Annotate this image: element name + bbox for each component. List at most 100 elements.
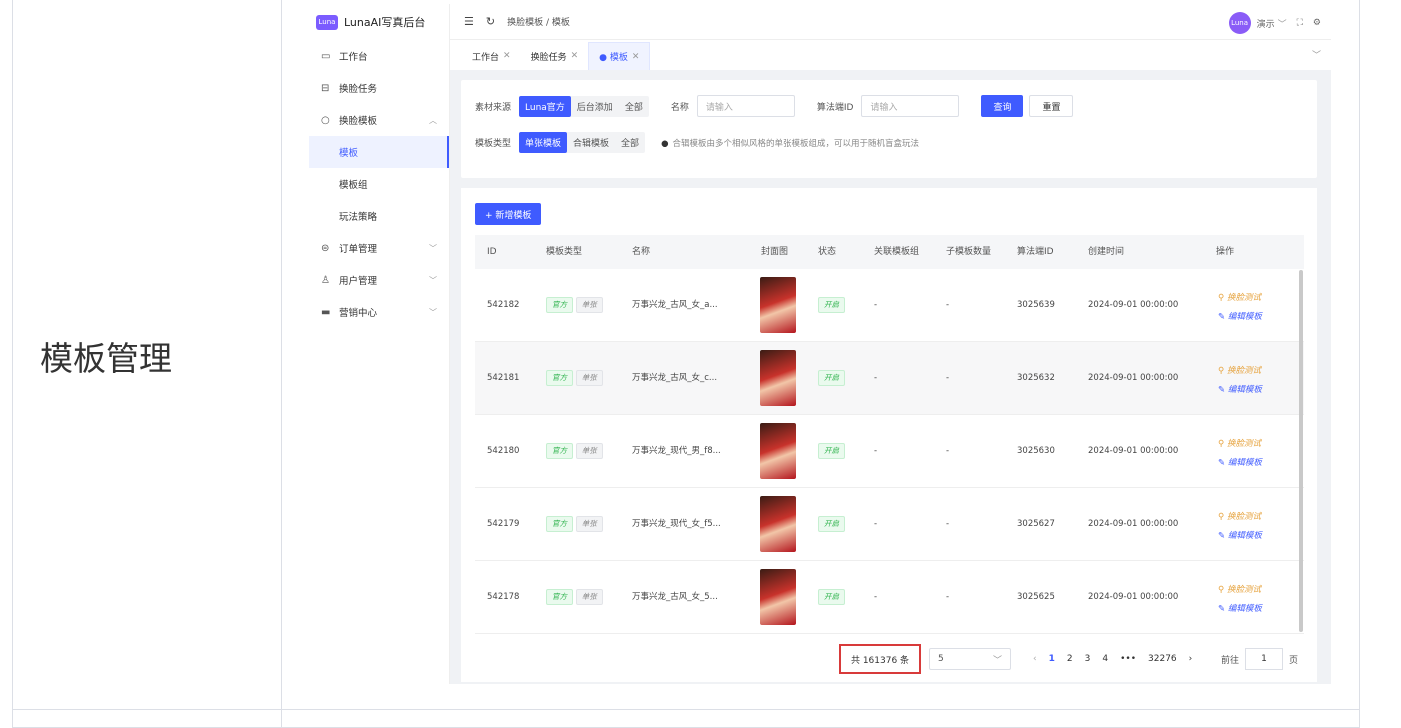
table-row: 542181 官方 单张 万事兴龙_古风_女_c... 开启 - - 30256… bbox=[475, 342, 1304, 415]
faceswap-test-link[interactable]: ⚲ 换脸测试 bbox=[1218, 581, 1262, 600]
edit-template-link[interactable]: ✎ 编辑模板 bbox=[1218, 308, 1262, 327]
page-number[interactable]: 1 bbox=[1049, 654, 1055, 664]
table-row: 542182 官方 单张 万事兴龙_古风_女_a... 开启 - - 30256… bbox=[475, 269, 1304, 342]
cell-name: 万事兴龙_现代_男_f8... bbox=[632, 446, 721, 456]
type-option-all[interactable]: 全部 bbox=[615, 132, 645, 153]
page-size-value: 5 bbox=[938, 654, 944, 664]
sidebar-subitem-template-group[interactable]: 模板组 bbox=[309, 168, 449, 200]
reset-button[interactable]: 重置 bbox=[1029, 95, 1074, 117]
query-button[interactable]: 查询 bbox=[981, 95, 1024, 117]
next-page-icon[interactable]: › bbox=[1189, 654, 1193, 664]
cell-subcount: - bbox=[946, 446, 950, 456]
status-badge: 开启 bbox=[818, 589, 845, 605]
header-cover: 封面图 bbox=[761, 247, 789, 257]
cover-image[interactable] bbox=[760, 350, 796, 406]
faceswap-test-link[interactable]: ⚲ 换脸测试 bbox=[1218, 362, 1262, 381]
tab-label: 换脸任务 bbox=[530, 52, 567, 63]
fullscreen-icon[interactable]: ⛶ bbox=[1297, 18, 1303, 28]
edit-template-link[interactable]: ✎ 编辑模板 bbox=[1218, 454, 1262, 473]
goto-input[interactable]: 1 bbox=[1245, 648, 1284, 670]
tabs-bar: 工作台 ✕ 换脸任务 ✕ ● 模板 ✕ ﹀ bbox=[450, 40, 1331, 70]
kind-tag: 单张 bbox=[575, 370, 603, 386]
chevron-down-icon: ﹀ bbox=[429, 243, 437, 253]
cell-id: 542181 bbox=[487, 373, 520, 383]
cell-subcount: - bbox=[946, 373, 950, 383]
edit-template-link[interactable]: ✎ 编辑模板 bbox=[1218, 381, 1262, 400]
sidebar-item-orders[interactable]: ⊜ 订单管理 ﹀ bbox=[309, 232, 449, 264]
type-segmented: 单张模板 合辑模板 全部 bbox=[519, 132, 646, 153]
table-scrollbar[interactable] bbox=[1299, 270, 1303, 632]
header-status: 状态 bbox=[818, 247, 837, 257]
op-label: 换脸测试 bbox=[1226, 512, 1261, 522]
cell-subcount: - bbox=[946, 300, 950, 310]
tab-workbench[interactable]: 工作台 ✕ bbox=[462, 42, 521, 70]
source-option-backend[interactable]: 后台添加 bbox=[571, 96, 619, 117]
prev-page-icon[interactable]: ‹ bbox=[1033, 654, 1037, 664]
sidebar-item-faceswap-tasks[interactable]: ⊟ 换脸任务 bbox=[309, 72, 449, 104]
page-number[interactable]: 2 bbox=[1067, 654, 1073, 664]
menu-toggle-icon[interactable]: ☰ bbox=[464, 15, 474, 28]
op-label: 编辑模板 bbox=[1227, 458, 1262, 468]
faceswap-test-link[interactable]: ⚲ 换脸测试 bbox=[1218, 508, 1262, 527]
kind-tag: 单张 bbox=[575, 516, 603, 532]
refresh-icon[interactable]: ↻ bbox=[486, 15, 495, 28]
cell-group: - bbox=[874, 446, 878, 456]
status-badge: 开启 bbox=[818, 443, 845, 459]
source-option-all[interactable]: 全部 bbox=[619, 96, 649, 117]
cell-algo-id: 3025630 bbox=[1017, 446, 1055, 456]
name-input[interactable]: 请输入 bbox=[696, 95, 795, 117]
gear-icon[interactable]: ⚙ bbox=[1313, 18, 1321, 28]
top-right: Luna 演示 ﹀ ⛶ ⚙ bbox=[1228, 12, 1321, 34]
cover-image[interactable] bbox=[760, 569, 796, 625]
type-label: 模板类型 bbox=[475, 139, 512, 149]
cover-image[interactable] bbox=[760, 423, 796, 479]
edit-template-link[interactable]: ✎ 编辑模板 bbox=[1218, 527, 1262, 546]
user-name[interactable]: 演示 bbox=[1257, 17, 1275, 30]
close-icon[interactable]: ✕ bbox=[632, 52, 640, 62]
header-id: ID bbox=[487, 247, 497, 257]
sidebar-item-users[interactable]: ♙ 用户管理 ﹀ bbox=[309, 264, 449, 296]
cell-name: 万事兴龙_古风_女_a... bbox=[632, 300, 718, 310]
close-icon[interactable]: ✕ bbox=[571, 51, 579, 61]
sidebar-subitem-strategy[interactable]: 玩法策略 bbox=[309, 200, 449, 232]
more-pages-icon[interactable]: ••• bbox=[1120, 654, 1136, 664]
sidebar-item-marketing[interactable]: ▬ 营销中心 ﹀ bbox=[309, 296, 449, 328]
sidebar-item-faceswap-templates[interactable]: ○ 换脸模板 ︿ bbox=[309, 104, 449, 136]
page-size-select[interactable]: 5 ﹀ bbox=[929, 648, 1011, 670]
close-icon[interactable]: ✕ bbox=[503, 51, 511, 61]
source-option-official[interactable]: Luna官方 bbox=[519, 95, 571, 117]
cell-id: 542178 bbox=[487, 592, 520, 602]
sidebar-subitem-label: 模板 bbox=[339, 148, 359, 159]
tab-faceswap-tasks[interactable]: 换脸任务 ✕ bbox=[521, 42, 589, 70]
type-option-single[interactable]: 单张模板 bbox=[519, 132, 568, 153]
sidebar-item-workbench[interactable]: ▭ 工作台 bbox=[309, 40, 449, 72]
filter-row-2: 模板类型 单张模板 合辑模板 全部 ● 合辑模板由多个相似风格的单张模板组成，可以… bbox=[475, 132, 919, 153]
sidebar-subitem-template[interactable]: 模板 bbox=[309, 136, 449, 168]
page-number[interactable]: 3 bbox=[1085, 654, 1091, 664]
page-number[interactable]: 4 bbox=[1102, 654, 1108, 664]
sidebar-item-label: 换脸任务 bbox=[339, 84, 378, 95]
cell-created: 2024-09-01 00:00:00 bbox=[1088, 373, 1179, 383]
header-created: 创建时间 bbox=[1088, 247, 1125, 257]
cover-image[interactable] bbox=[760, 277, 796, 333]
edit-template-link[interactable]: ✎ 编辑模板 bbox=[1218, 600, 1262, 619]
cell-created: 2024-09-01 00:00:00 bbox=[1088, 300, 1179, 310]
row-actions: ⚲ 换脸测试 ✎ 编辑模板 bbox=[1218, 289, 1262, 327]
row-actions: ⚲ 换脸测试 ✎ 编辑模板 bbox=[1218, 508, 1262, 546]
algo-id-input[interactable]: 请输入 bbox=[861, 95, 960, 117]
add-template-button[interactable]: + 新增模板 bbox=[475, 203, 542, 225]
row-actions: ⚲ 换脸测试 ✎ 编辑模板 bbox=[1218, 435, 1262, 473]
table-row: 542180 官方 单张 万事兴龙_现代_男_f8... 开启 - - 3025… bbox=[475, 415, 1304, 488]
faceswap-test-link[interactable]: ⚲ 换脸测试 bbox=[1218, 435, 1262, 454]
type-option-collection[interactable]: 合辑模板 bbox=[567, 132, 615, 153]
app-logo[interactable]: Luna LunaAI写真后台 bbox=[309, 4, 449, 40]
avatar[interactable]: Luna bbox=[1228, 12, 1251, 34]
page-number[interactable]: 32276 bbox=[1148, 654, 1177, 664]
cell-created: 2024-09-01 00:00:00 bbox=[1088, 519, 1179, 529]
cover-image[interactable] bbox=[760, 496, 796, 552]
faceswap-test-link[interactable]: ⚲ 换脸测试 bbox=[1218, 289, 1262, 308]
source-tag: 官方 bbox=[546, 370, 573, 386]
chevron-down-icon[interactable]: ﹀ bbox=[1312, 48, 1321, 61]
header-subcount: 子模板数量 bbox=[946, 247, 992, 257]
tab-template[interactable]: ● 模板 ✕ bbox=[588, 42, 651, 70]
